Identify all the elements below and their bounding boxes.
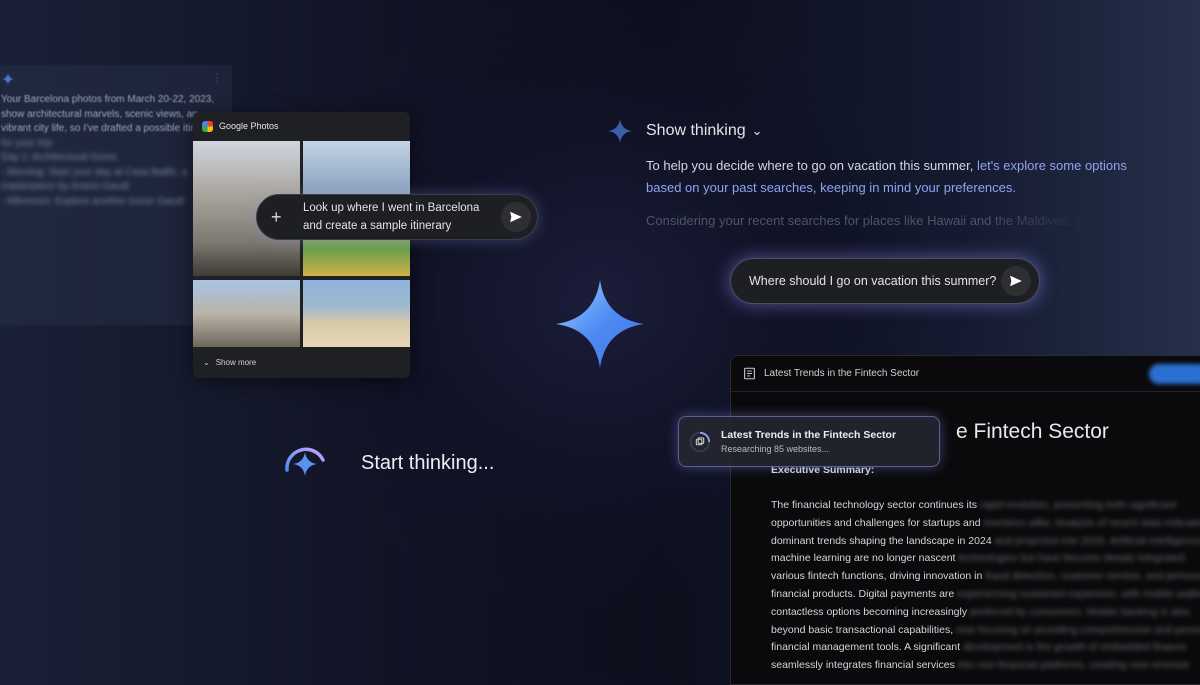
more-options-icon[interactable]: ⋮ <box>212 73 222 84</box>
document-text: opportunities and challenges for startup… <box>771 516 981 529</box>
toast-status: Researching 85 websites... <box>721 444 830 454</box>
prompt-text: Where should I go on vacation this summe… <box>749 274 997 288</box>
chevron-down-icon: ⌄ <box>203 358 210 367</box>
document-line: machine learning are no longer nascent t… <box>771 550 1200 568</box>
prompt-text: Look up where I went in Barcelona and cr… <box>303 202 480 232</box>
document-text-blurred: development is the growth of embedded fi… <box>963 641 1187 654</box>
document-line: contactless options becoming increasingl… <box>771 604 1200 622</box>
send-button[interactable] <box>1001 266 1031 296</box>
document-text-blurred: preferred by consumers. Mobile banking i… <box>970 605 1191 618</box>
document-heading: e Fintech Sector <box>956 420 1109 443</box>
document-text: The financial technology sector continue… <box>771 499 978 511</box>
document-text-blurred: investors alike. Analysis of recent data… <box>983 516 1200 529</box>
google-photos-card: Google Photos ⌄ Show more <box>193 112 410 378</box>
share-button[interactable] <box>1149 363 1200 384</box>
chevron-down-icon: ⌄ <box>751 123 763 138</box>
show-more-button[interactable]: ⌄ Show more <box>203 358 256 367</box>
thinking-faded-text: Considering your recent searches for pla… <box>646 213 1097 228</box>
show-thinking-label: Show thinking <box>646 122 746 139</box>
document-text-blurred: now focusing on providing comprehensive … <box>956 623 1200 636</box>
thinking-paragraph: To help you decide where to go on vacati… <box>646 155 1146 199</box>
send-icon <box>1010 275 1022 287</box>
gemini-sparkle-icon <box>608 119 632 143</box>
document-line: financial products. Digital payments are… <box>771 586 1200 604</box>
thinking-spinner-icon <box>285 447 325 476</box>
plus-icon[interactable]: + <box>271 207 293 228</box>
toast-title: Latest Trends in the Fintech Sector <box>721 429 897 441</box>
research-progress-icon <box>689 431 711 452</box>
document-text: various fintech functions, driving innov… <box>771 570 983 583</box>
card-title: Google Photos <box>219 121 279 131</box>
document-line: The financial technology sector continue… <box>771 497 1200 515</box>
document-text-blurred: experiencing sustained expansion, with m… <box>957 587 1200 600</box>
document-line: opportunities and challenges for startup… <box>771 515 1200 533</box>
document-title: Latest Trends in the Fintech Sector <box>764 368 920 379</box>
show-thinking-toggle[interactable]: Show thinking ⌄ <box>646 122 763 140</box>
document-text: contactless options becoming increasingl… <box>771 605 968 618</box>
send-icon <box>510 211 522 223</box>
photo-beach[interactable] <box>303 280 410 347</box>
document-text-blurred: fraud detection, customer service, and p… <box>985 570 1200 583</box>
document-text-blurred: into non-financial platforms, creating n… <box>957 659 1190 672</box>
gemini-sparkle-icon <box>556 280 644 368</box>
photo-sagrada-familia[interactable] <box>193 280 300 347</box>
barcelona-prompt-bar[interactable]: + Look up where I went in Barcelona and … <box>256 194 538 240</box>
google-photos-icon <box>202 120 213 132</box>
document-text: financial products. Digital payments are <box>771 587 955 600</box>
document-line: financial management tools. A significan… <box>771 639 1200 657</box>
document-text: financial management tools. A significan… <box>771 641 961 654</box>
vacation-prompt-bar[interactable]: Where should I go on vacation this summe… <box>730 258 1040 304</box>
document-text: beyond basic transactional capabilities, <box>771 623 954 636</box>
response-line: Your Barcelona photos from March 20-22, … <box>1 94 215 105</box>
document-text-blurred: and projected into 2025. Artificial inte… <box>994 534 1200 547</box>
gemini-sparkle-icon <box>2 73 14 85</box>
show-more-label: Show more <box>215 358 257 367</box>
document-line: beyond basic transactional capabilities,… <box>771 622 1200 640</box>
document-text: machine learning are no longer nascent <box>771 552 956 565</box>
deep-research-document: Latest Trends in the Fintech Sector e Fi… <box>730 355 1200 685</box>
research-progress-toast[interactable]: Latest Trends in the Fintech Sector Rese… <box>678 416 940 467</box>
send-button[interactable] <box>501 202 531 232</box>
document-line: dominant trends shaping the landscape in… <box>771 533 1200 551</box>
document-line: seamlessly integrates financial services… <box>771 657 1200 675</box>
document-icon <box>744 367 755 380</box>
document-text: dominant trends shaping the landscape in… <box>771 534 992 547</box>
document-text: seamlessly integrates financial services <box>771 659 955 672</box>
document-text-blurred: technologies but have become deeply inte… <box>958 552 1185 565</box>
document-text-blurred: rapid evolution, presenting both signifi… <box>979 499 1177 511</box>
thinking-text: To help you decide where to go on vacati… <box>646 158 977 173</box>
document-line: various fintech functions, driving innov… <box>771 568 1200 586</box>
start-thinking-label: Start thinking... <box>361 452 495 474</box>
